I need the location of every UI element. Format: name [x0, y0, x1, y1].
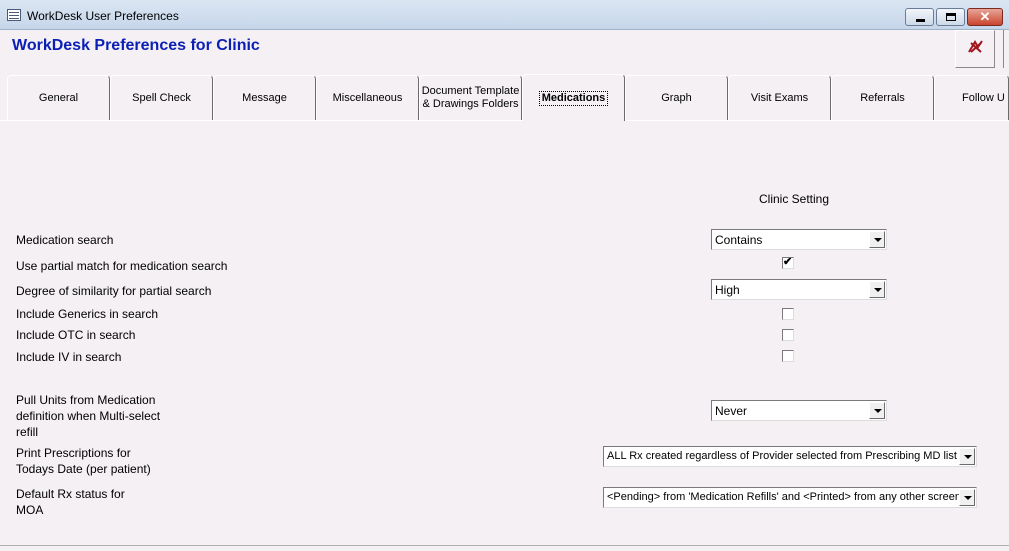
- close-button[interactable]: ✕: [967, 8, 1003, 26]
- select-value: ALL Rx created regardless of Provider se…: [607, 450, 957, 462]
- tab-visit-exams[interactable]: Visit Exams: [728, 75, 831, 120]
- column-header: Clinic Setting: [759, 192, 830, 206]
- exit-button[interactable]: [955, 30, 995, 68]
- tab-document-template[interactable]: Document Template & Drawings Folders: [419, 75, 522, 120]
- app-icon: [7, 9, 21, 21]
- pull-units-label-line: Pull Units from Medication: [16, 393, 156, 407]
- tab-label: Message: [242, 91, 287, 104]
- iv-checkbox[interactable]: [782, 350, 794, 362]
- divider: [0, 545, 1009, 546]
- tab-label: Referrals: [860, 91, 905, 104]
- select-value: Contains: [715, 233, 763, 247]
- iv-label: Include IV in search: [16, 350, 122, 364]
- tab-graph[interactable]: Graph: [625, 75, 728, 120]
- tab-strip: General Spell Check Message Miscellaneou…: [0, 74, 1009, 121]
- chevron-down-icon[interactable]: [959, 489, 975, 506]
- generics-label: Include Generics in search: [16, 307, 159, 321]
- tab-baseline: [0, 120, 1009, 121]
- chevron-down-icon[interactable]: [869, 281, 885, 298]
- partial-match-checkbox[interactable]: ✔: [782, 256, 794, 269]
- checkmark-icon: ✔: [783, 256, 793, 268]
- maximize-icon: [946, 13, 956, 21]
- tab-label: Medications: [538, 90, 609, 106]
- select-value: <Pending> from 'Medication Refills' and …: [607, 491, 961, 503]
- divider: [1003, 30, 1004, 68]
- tab-label: Document Template & Drawings Folders: [421, 85, 520, 110]
- similarity-label: Degree of similarity for partial search: [16, 284, 212, 298]
- chevron-down-icon[interactable]: [959, 448, 975, 465]
- default-status-label-line: MOA: [16, 503, 44, 517]
- chevron-down-icon[interactable]: [869, 231, 885, 248]
- tab-referrals[interactable]: Referrals: [831, 75, 934, 120]
- tab-miscellaneous[interactable]: Miscellaneous: [316, 75, 419, 120]
- tab-general[interactable]: General: [7, 75, 110, 120]
- tab-message[interactable]: Message: [213, 75, 316, 120]
- pull-units-label-line: refill: [16, 425, 39, 439]
- tab-label: Follow U: [962, 91, 1005, 104]
- tab-label: Miscellaneous: [332, 91, 403, 104]
- title-bar: WorkDesk User Preferences ✕: [0, 0, 1009, 30]
- print-rx-label-line: Todays Date (per patient): [16, 462, 151, 476]
- similarity-select[interactable]: High: [711, 279, 887, 300]
- tab-spell-check[interactable]: Spell Check: [110, 75, 213, 120]
- print-rx-select[interactable]: ALL Rx created regardless of Provider se…: [603, 446, 977, 467]
- otc-checkbox[interactable]: [782, 329, 794, 341]
- minimize-icon: [916, 19, 925, 22]
- close-icon: ✕: [979, 9, 991, 24]
- generics-checkbox[interactable]: [782, 308, 794, 320]
- window-title: WorkDesk User Preferences: [27, 9, 179, 23]
- tab-label: General: [38, 91, 79, 104]
- medication-search-label: Medication search: [16, 233, 114, 247]
- exit-icon: [968, 40, 984, 59]
- tab-label: Visit Exams: [750, 91, 809, 104]
- page-title: WorkDesk Preferences for Clinic: [12, 37, 260, 54]
- maximize-button[interactable]: [936, 8, 965, 26]
- pull-units-label: Pull Units from Medication definition wh…: [16, 392, 160, 440]
- select-value: High: [715, 283, 740, 297]
- pull-units-select[interactable]: Never: [711, 400, 887, 421]
- default-status-label: Default Rx status for MOA: [16, 486, 125, 518]
- select-value: Never: [715, 404, 748, 418]
- print-rx-label: Print Prescriptions for Todays Date (per…: [16, 445, 151, 477]
- minimize-button[interactable]: [905, 8, 934, 26]
- chevron-down-icon[interactable]: [869, 402, 885, 419]
- partial-match-label: Use partial match for medication search: [16, 259, 228, 273]
- tab-label: Spell Check: [132, 91, 191, 104]
- default-status-label-line: Default Rx status for: [16, 487, 125, 501]
- pull-units-label-line: definition when Multi-select: [16, 409, 161, 423]
- print-rx-label-line: Print Prescriptions for: [16, 446, 131, 460]
- tab-label: Graph: [661, 91, 692, 104]
- otc-label: Include OTC in search: [16, 328, 136, 342]
- tab-medications[interactable]: Medications: [522, 74, 625, 121]
- medication-search-select[interactable]: Contains: [711, 229, 887, 250]
- tab-follow-up[interactable]: Follow U: [934, 75, 1009, 120]
- default-status-select[interactable]: <Pending> from 'Medication Refills' and …: [603, 487, 977, 508]
